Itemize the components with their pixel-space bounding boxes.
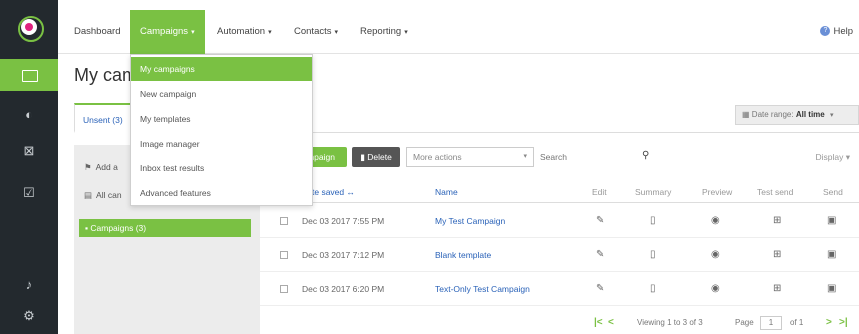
summary-document-icon[interactable]: ▯ xyxy=(650,238,656,272)
first-page-icon[interactable]: |< xyxy=(594,312,603,334)
table-header: te saved ↔ Name Edit Summary Preview Tes… xyxy=(260,181,859,203)
folder-campaigns-selected[interactable]: ▪ Campaigns (3) xyxy=(79,219,251,237)
prev-page-icon[interactable]: < xyxy=(608,312,614,334)
nav-campaigns[interactable]: Campaigns ▾ xyxy=(130,10,205,54)
chevron-down-icon: ▾ xyxy=(829,112,834,119)
calendar-icon: ▦ xyxy=(742,110,750,119)
pagination: |< < Viewing 1 to 3 of 3 Page 1 of 1 > >… xyxy=(260,312,859,334)
chevron-down-icon: ▾ xyxy=(404,29,408,36)
test-send-icon[interactable]: ⊞ xyxy=(773,204,781,238)
page-total: of 1 xyxy=(790,318,804,327)
chevron-down-icon: ▾ xyxy=(523,153,527,160)
campaigns-mail-icon[interactable] xyxy=(0,59,58,91)
contrast-icon[interactable]: ◐ xyxy=(0,107,58,123)
page-label: Page xyxy=(735,318,754,327)
summary-document-icon[interactable]: ▯ xyxy=(650,272,656,306)
campaigns-dropdown-menu: My campaigns New campaign My templates I… xyxy=(130,54,313,206)
page-title: My cam xyxy=(74,65,137,85)
col-name[interactable]: Name xyxy=(435,181,458,203)
more-actions-select[interactable]: More actions ▾ xyxy=(406,147,534,167)
send-icon[interactable]: ▣ xyxy=(827,204,836,238)
delete-button[interactable]: ▮ Delete xyxy=(352,147,400,167)
preview-eye-icon[interactable]: ◉ xyxy=(711,204,720,238)
help-icon: ? xyxy=(820,26,831,37)
row-date: Dec 03 2017 7:12 PM xyxy=(302,250,385,260)
add-folder-icon: ⚑ xyxy=(84,162,92,172)
top-nav: Dashboard Campaigns ▾ Automation ▾ Contact… xyxy=(58,10,859,54)
last-page-icon[interactable]: >| xyxy=(839,312,848,334)
menu-item-advanced-features[interactable]: Advanced features xyxy=(131,181,312,205)
add-folder-link[interactable]: ⚑ Add a xyxy=(84,162,118,173)
logo-icon[interactable] xyxy=(18,16,44,42)
summary-document-icon[interactable]: ▯ xyxy=(650,204,656,238)
reports-icon[interactable]: ☑ xyxy=(0,185,58,201)
menu-item-my-campaigns[interactable]: My campaigns xyxy=(131,57,312,81)
bell-icon[interactable]: ♪ xyxy=(0,277,58,293)
row-checkbox[interactable] xyxy=(280,217,288,225)
row-date: Dec 03 2017 6:20 PM xyxy=(302,284,385,294)
test-send-icon[interactable]: ⊞ xyxy=(773,272,781,306)
date-range-select[interactable]: ▦ Date range: All time ▾ xyxy=(735,105,859,125)
folder-icon: ▤ xyxy=(84,190,93,200)
next-page-icon[interactable]: > xyxy=(826,312,832,334)
tab-unsent[interactable]: Unsent (3) xyxy=(74,103,132,133)
row-name-link[interactable]: My Test Campaign xyxy=(435,204,505,238)
col-preview: Preview xyxy=(702,187,733,197)
row-date: Dec 03 2017 7:55 PM xyxy=(302,216,385,226)
user-settings-icon[interactable]: ⚙ xyxy=(0,308,58,324)
edit-pencil-icon[interactable]: ✎ xyxy=(596,204,604,238)
menu-item-my-templates[interactable]: My templates xyxy=(131,107,312,131)
menu-item-image-manager[interactable]: Image manager xyxy=(131,132,312,156)
edit-pencil-icon[interactable]: ✎ xyxy=(596,272,604,306)
send-icon[interactable]: ▣ xyxy=(827,238,836,272)
chevron-down-icon: ▾ xyxy=(334,29,339,36)
row-name-link[interactable]: Blank template xyxy=(435,238,491,272)
row-checkbox[interactable] xyxy=(280,251,288,259)
col-edit: Edit xyxy=(592,187,607,197)
preview-eye-icon[interactable]: ◉ xyxy=(711,272,720,306)
col-date-saved[interactable]: te saved ↔ xyxy=(312,181,355,203)
nav-automation[interactable]: Automation ▾ xyxy=(217,10,272,54)
page-input[interactable]: 1 xyxy=(760,316,782,330)
col-send: Send xyxy=(823,187,843,197)
preview-eye-icon[interactable]: ◉ xyxy=(711,238,720,272)
edit-pencil-icon[interactable]: ✎ xyxy=(596,238,604,272)
test-send-icon[interactable]: ⊞ xyxy=(773,238,781,272)
chevron-down-icon: ▾ xyxy=(268,29,272,36)
search-icon[interactable]: ⚲ xyxy=(642,150,649,161)
row-checkbox[interactable] xyxy=(280,285,288,293)
display-button[interactable]: Display ▾ xyxy=(790,147,854,167)
nav-dashboard[interactable]: Dashboard xyxy=(74,10,120,54)
table-row: Dec 03 2017 7:55 PM My Test Campaign ✎ ▯… xyxy=(260,204,859,238)
viewing-text: Viewing 1 to 3 of 3 xyxy=(637,318,703,327)
chevron-down-icon: ▾ xyxy=(191,29,195,36)
menu-item-new-campaign[interactable]: New campaign xyxy=(131,82,312,106)
left-rail: ◐ ⊠ ☑ ♪ ⚙ xyxy=(0,0,58,334)
col-summary: Summary xyxy=(635,187,672,197)
help-link[interactable]: ? Help xyxy=(820,10,853,54)
col-test-send: Test send xyxy=(757,187,794,197)
table-row: Dec 03 2017 6:20 PM Text-Only Test Campa… xyxy=(260,272,859,306)
automation-icon[interactable]: ⊠ xyxy=(0,143,58,159)
send-icon[interactable]: ▣ xyxy=(827,272,836,306)
menu-item-inbox-test-results[interactable]: Inbox test results xyxy=(131,156,312,180)
nav-contacts[interactable]: Contacts ▾ xyxy=(294,10,338,54)
table-row: Dec 03 2017 7:12 PM Blank template ✎ ▯ ◉… xyxy=(260,238,859,272)
nav-reporting[interactable]: Reporting ▾ xyxy=(360,10,408,54)
all-campaigns-folder[interactable]: ▤ All can xyxy=(84,190,122,201)
row-name-link[interactable]: Text-Only Test Campaign xyxy=(435,272,530,306)
